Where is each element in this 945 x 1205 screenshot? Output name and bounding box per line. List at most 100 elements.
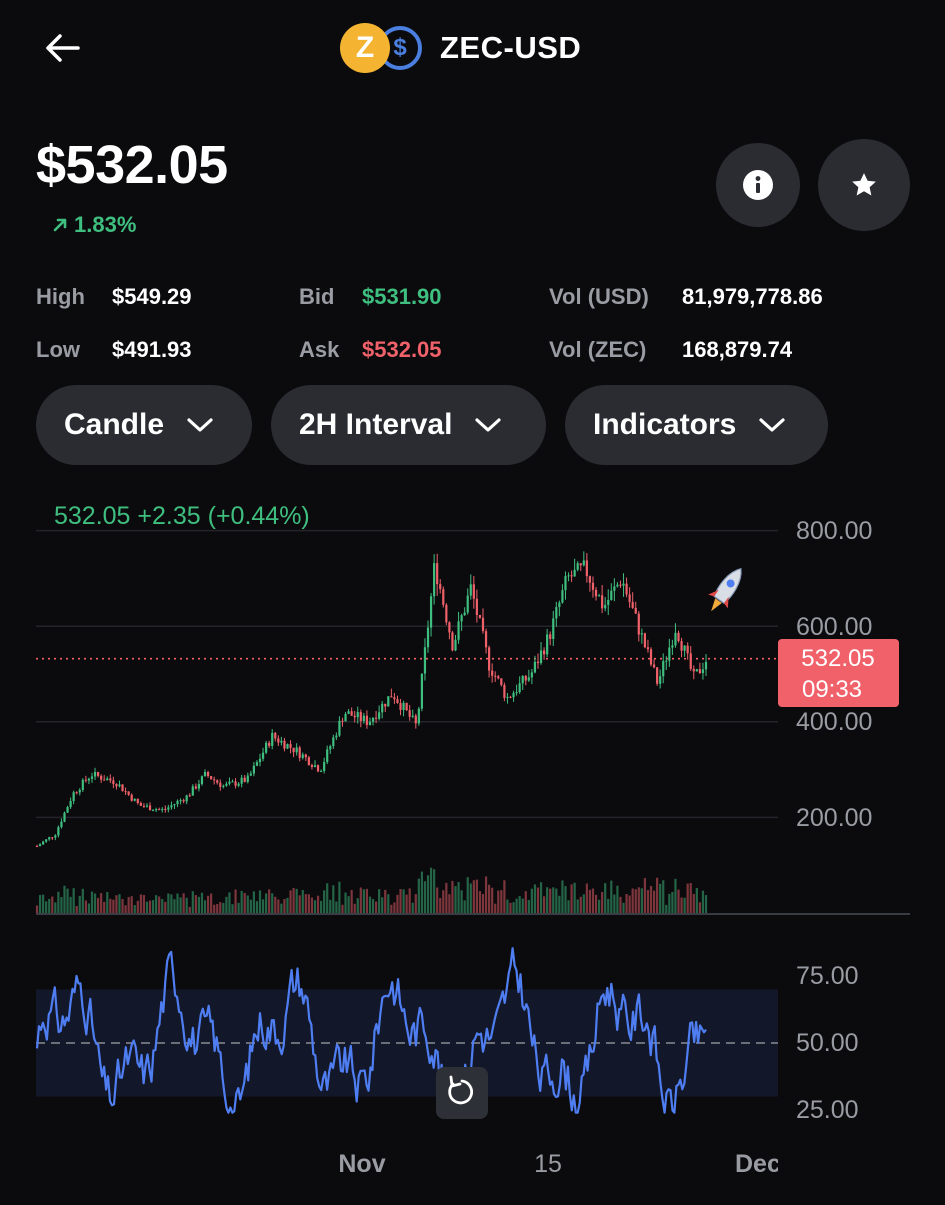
volume-bar bbox=[622, 902, 625, 913]
candle-body bbox=[555, 607, 558, 619]
candle-body bbox=[179, 800, 182, 802]
volume-bar bbox=[564, 886, 567, 913]
candle-body bbox=[607, 600, 610, 605]
candle-body bbox=[433, 563, 436, 597]
candle-body bbox=[271, 732, 274, 746]
chevron-down-icon bbox=[186, 416, 214, 434]
candle-body bbox=[307, 757, 310, 766]
indicators-dropdown[interactable]: Indicators bbox=[565, 385, 828, 465]
back-button[interactable] bbox=[40, 28, 84, 68]
volume-bar bbox=[466, 877, 469, 913]
candle-body bbox=[411, 715, 414, 717]
volume-bar bbox=[112, 899, 115, 913]
volume-bar bbox=[295, 888, 298, 913]
volume-bar bbox=[695, 888, 698, 913]
candle-body bbox=[265, 742, 268, 753]
volume-bar bbox=[643, 878, 647, 913]
countdown-timer: 09:33 bbox=[802, 676, 862, 703]
rocket-icon bbox=[708, 567, 742, 612]
price-chart[interactable]: 532.05 +2.35 (+0.44%) 800.00 600.00 400.… bbox=[0, 490, 945, 1200]
volume-bar bbox=[323, 890, 326, 913]
volume-bar bbox=[704, 895, 708, 913]
candle-body bbox=[420, 673, 424, 709]
volume-bar bbox=[561, 880, 564, 913]
candle-body bbox=[42, 841, 45, 845]
candle-body bbox=[124, 791, 127, 793]
interval-dropdown[interactable]: 2H Interval bbox=[271, 385, 546, 465]
candle-body bbox=[103, 779, 106, 781]
x-axis-clip bbox=[778, 1140, 945, 1180]
candle-body bbox=[57, 827, 60, 836]
volume-bar bbox=[231, 904, 234, 913]
volume-bar bbox=[381, 897, 384, 913]
volume-bar bbox=[350, 889, 353, 913]
candle-body bbox=[54, 835, 57, 838]
high-label: High bbox=[36, 284, 85, 309]
volume-bar bbox=[329, 899, 332, 913]
candle-body bbox=[597, 595, 601, 597]
volume-bar bbox=[683, 897, 686, 913]
candle-body bbox=[503, 684, 506, 698]
volume-bar bbox=[206, 895, 210, 913]
candle-body bbox=[298, 747, 301, 758]
favorite-button[interactable] bbox=[818, 139, 910, 231]
candle-body bbox=[591, 582, 595, 590]
volume-bar bbox=[365, 888, 369, 913]
volume-bar bbox=[161, 899, 164, 913]
candle-body bbox=[539, 650, 543, 664]
candle-body bbox=[206, 772, 210, 777]
ask-label: Ask bbox=[299, 337, 340, 362]
volume-bar bbox=[69, 896, 72, 913]
info-button[interactable] bbox=[716, 143, 800, 227]
volume-bar bbox=[219, 902, 222, 913]
volume-bar bbox=[200, 892, 204, 913]
volume-bar bbox=[402, 889, 405, 913]
volume-bar bbox=[124, 905, 127, 913]
candle-body bbox=[393, 697, 396, 700]
candle-body bbox=[148, 805, 152, 811]
volume-bar bbox=[674, 878, 677, 913]
volume-bar bbox=[616, 885, 619, 913]
candle-body bbox=[258, 758, 262, 763]
candle-body bbox=[649, 649, 653, 665]
candle-body bbox=[478, 614, 482, 618]
volume-bar bbox=[576, 899, 579, 913]
volume-bar bbox=[176, 893, 179, 913]
candle-body bbox=[304, 754, 307, 758]
volume-bar bbox=[536, 887, 540, 913]
chart-type-dropdown[interactable]: Candle bbox=[36, 385, 252, 465]
candle-body bbox=[521, 675, 524, 684]
volume-bar bbox=[341, 904, 344, 913]
volume-bar bbox=[335, 901, 338, 913]
candle-body bbox=[246, 775, 249, 782]
rsi-tick-label: 50.00 bbox=[796, 1029, 859, 1057]
volume-bar bbox=[90, 891, 94, 913]
volume-bar bbox=[484, 876, 488, 913]
chart-canvas[interactable]: 532.05 +2.35 (+0.44%) 800.00 600.00 400.… bbox=[0, 490, 945, 1200]
volume-bar bbox=[148, 900, 152, 913]
candle-body bbox=[601, 595, 604, 609]
volume-bar bbox=[326, 883, 329, 913]
volume-bar bbox=[549, 888, 552, 913]
candle-body bbox=[234, 781, 237, 786]
candle-body bbox=[96, 771, 100, 776]
candle-body bbox=[579, 563, 582, 566]
candle-body bbox=[240, 777, 243, 784]
candle-body bbox=[558, 602, 561, 608]
volume-bar bbox=[75, 905, 78, 913]
volume-bar bbox=[167, 893, 170, 913]
volume-bar bbox=[63, 885, 66, 913]
candle-body bbox=[155, 809, 158, 811]
candle-body bbox=[429, 596, 433, 628]
volume-bar bbox=[332, 885, 335, 913]
candle-body bbox=[475, 598, 478, 615]
volume-bar bbox=[304, 894, 307, 913]
candle-body bbox=[75, 792, 78, 794]
volume-bar bbox=[344, 892, 347, 913]
candle-body bbox=[451, 632, 454, 651]
reset-zoom-button[interactable] bbox=[436, 1067, 488, 1119]
candle-body bbox=[552, 618, 555, 639]
volume-bar bbox=[506, 899, 509, 913]
bid-value: $531.90 bbox=[362, 284, 442, 309]
volume-bar bbox=[692, 893, 695, 913]
